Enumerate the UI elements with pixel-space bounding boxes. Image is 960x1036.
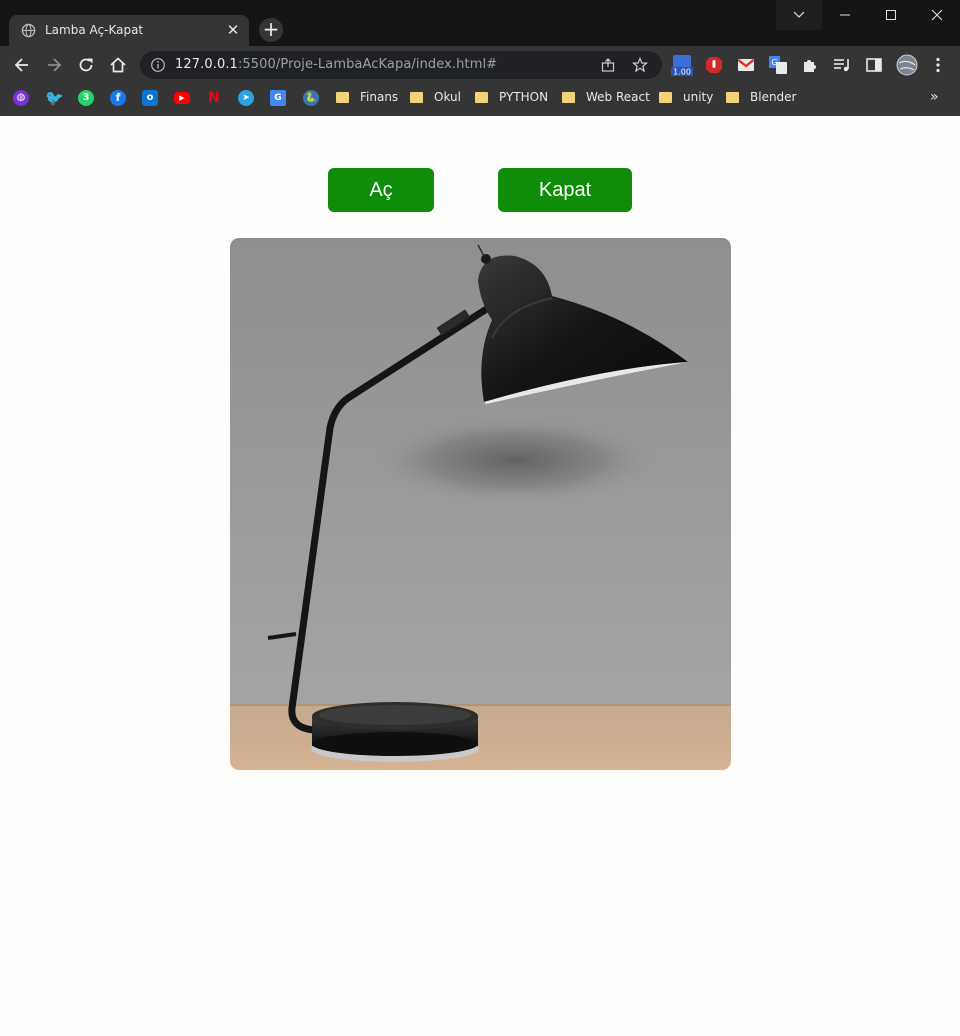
bookmark-python-icon[interactable]: 🐍	[303, 90, 319, 106]
close-icon	[931, 9, 943, 21]
url-path: :5500/Proje-LambaAcKapa/index.html#	[237, 57, 498, 72]
home-button[interactable]	[106, 53, 130, 77]
arrow-right-icon	[48, 58, 62, 72]
bookmark-netflix-icon[interactable]: N	[206, 90, 222, 106]
bookmark-twitter-icon[interactable]: 🐦	[45, 90, 64, 106]
folder-icon	[336, 92, 349, 103]
extensions-puzzle-icon[interactable]	[801, 56, 819, 74]
extension-gmail-icon[interactable]	[737, 56, 755, 74]
arrow-left-icon	[14, 58, 28, 72]
extension-speed-icon[interactable]: 1.00	[671, 52, 693, 78]
browser-tab[interactable]: Lamba Aç-Kapat ✕	[9, 15, 249, 46]
bookmark-facebook-icon[interactable]: f	[110, 90, 126, 106]
browser-toolbar: 127.0.0.1:5500/Proje-LambaAcKapa/index.h…	[0, 46, 960, 84]
new-tab-button[interactable]: +	[259, 18, 283, 42]
home-icon	[110, 57, 126, 73]
bookmarks-overflow-button[interactable]: »	[930, 89, 939, 105]
bookmarks-bar: ◍ 🐦 3 f o ▶ N ➤ G 🐍 Finans Okul PYTHON W…	[0, 84, 960, 116]
reload-icon	[79, 58, 93, 72]
minimize-icon	[840, 14, 850, 16]
lamp-off-button[interactable]: Kapat	[498, 168, 632, 212]
bookmark-outlook-icon[interactable]: o	[142, 90, 158, 106]
bookmark-purple-icon[interactable]: ◍	[13, 90, 29, 106]
folder-icon	[726, 92, 739, 103]
url-host: 127.0.0.1	[175, 57, 238, 72]
back-button[interactable]	[10, 53, 34, 77]
extension-translate-icon[interactable]: G	[769, 56, 787, 74]
menu-kebab-icon[interactable]	[929, 56, 947, 74]
info-icon[interactable]	[150, 57, 166, 73]
side-panel-icon[interactable]	[865, 56, 883, 74]
maximize-icon	[886, 10, 896, 20]
tab-close-button[interactable]: ✕	[224, 21, 242, 39]
lamp-on-button[interactable]: Aç	[328, 168, 434, 212]
tab-title: Lamba Aç-Kapat	[45, 23, 144, 37]
forward-button[interactable]	[42, 53, 66, 77]
bookmark-translate-icon[interactable]: G	[270, 90, 286, 106]
minimize-button[interactable]	[822, 0, 868, 30]
folder-icon	[562, 92, 575, 103]
media-control-icon[interactable]	[833, 56, 851, 74]
extension-badge: 1.00	[673, 68, 691, 77]
folder-icon	[659, 92, 672, 103]
maximize-button[interactable]	[868, 0, 914, 30]
bookmark-youtube-icon[interactable]: ▶	[174, 92, 190, 104]
chevron-down-icon	[793, 11, 805, 18]
folder-icon	[410, 92, 423, 103]
desk-lamp-illustration	[230, 238, 731, 770]
close-window-button[interactable]	[914, 0, 960, 30]
star-icon[interactable]	[632, 57, 648, 73]
globe-icon	[21, 23, 36, 38]
reload-button[interactable]	[74, 53, 98, 77]
address-bar[interactable]: 127.0.0.1:5500/Proje-LambaAcKapa/index.h…	[140, 51, 662, 79]
lamp-image	[230, 238, 731, 770]
share-icon[interactable]	[600, 57, 616, 73]
tab-search-button[interactable]	[776, 0, 822, 30]
folder-icon	[475, 92, 488, 103]
profile-avatar[interactable]	[896, 54, 918, 76]
extension-adblock-icon[interactable]	[705, 56, 723, 74]
url-text[interactable]: 127.0.0.1:5500/Proje-LambaAcKapa/index.h…	[175, 57, 497, 72]
browser-tab-strip: Lamba Aç-Kapat ✕ +	[0, 0, 960, 46]
bookmark-telegram-icon[interactable]: ➤	[238, 90, 254, 106]
svg-text:G: G	[771, 58, 777, 67]
bookmark-whatsapp-icon[interactable]: 3	[78, 90, 94, 106]
